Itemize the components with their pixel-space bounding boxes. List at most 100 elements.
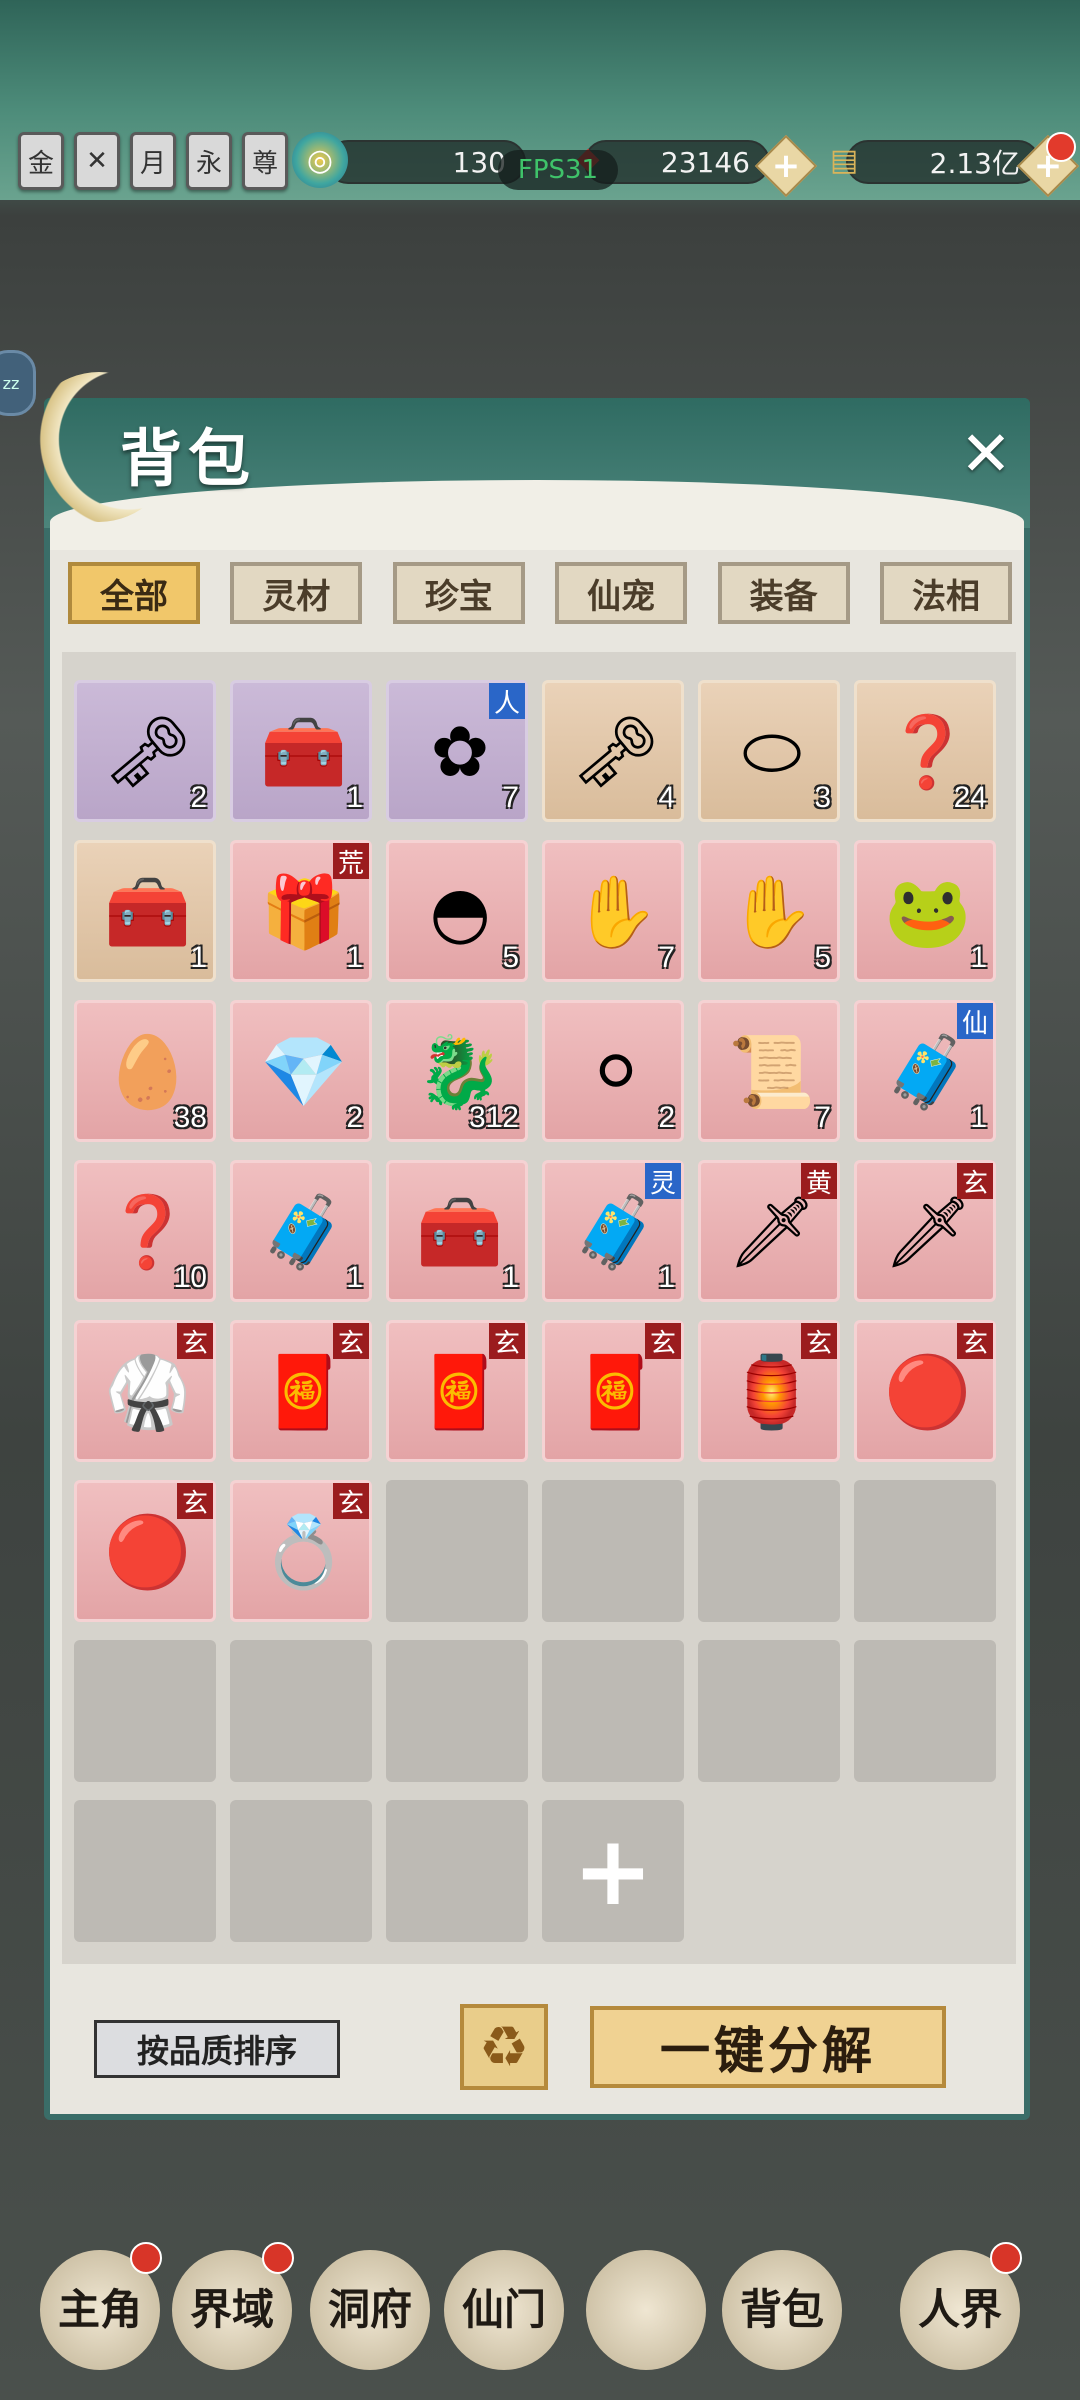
grade-tag: 玄 <box>957 1323 993 1359</box>
inventory-slot[interactable]: 🗡 黄 <box>698 1160 840 1302</box>
inventory-slot[interactable]: 🥋 玄 <box>74 1320 216 1462</box>
inventory-slot[interactable]: ◓ 5 <box>386 840 528 982</box>
item-count: 1 <box>658 1261 675 1294</box>
inventory-slot[interactable]: 🐸 1 <box>854 840 996 982</box>
tab-all[interactable]: 全部 <box>68 562 200 624</box>
expand-slot-button[interactable]: + <box>542 1800 684 1942</box>
orange-talisman-icon: ✋ <box>572 870 660 953</box>
item-count: 7 <box>502 781 519 814</box>
inventory-slot[interactable]: ⚪ 2 <box>542 1000 684 1142</box>
grade-tag: 黄 <box>801 1163 837 1199</box>
grade-tag: 玄 <box>177 1323 213 1359</box>
nav-item[interactable]: 仙门 <box>444 2250 564 2370</box>
notification-dot <box>990 2242 1022 2274</box>
inventory-slot[interactable]: ✿ 7 人 <box>386 680 528 822</box>
stone-tablet-icon: ⬭ <box>742 710 802 793</box>
inventory-slot[interactable]: 🧧 玄 <box>230 1320 372 1462</box>
badge-jin[interactable]: 金 <box>18 132 64 190</box>
item-count: 1 <box>190 941 207 974</box>
nav-item[interactable]: 背包 <box>722 2250 842 2370</box>
inventory-slot[interactable]: ⬭ 3 <box>698 680 840 822</box>
tab-treasures[interactable]: 珍宝 <box>392 562 525 624</box>
inventory-slot[interactable]: 🗝 2 <box>74 680 216 822</box>
inventory-slot[interactable]: 📜 7 <box>698 1000 840 1142</box>
inventory-slot[interactable]: 🧧 玄 <box>542 1320 684 1462</box>
inventory-slot[interactable]: 🏮 玄 <box>698 1320 840 1462</box>
inventory-slot[interactable]: ✋ 5 <box>698 840 840 982</box>
plus-icon: + <box>572 1815 654 1927</box>
badge-yue[interactable]: 月 <box>130 132 176 190</box>
inventory-slot[interactable]: 🧳 1 <box>230 1160 372 1302</box>
inventory-slot[interactable]: ❓ 24 <box>854 680 996 822</box>
close-button[interactable]: ✕ <box>956 423 1016 485</box>
tab-dharma[interactable]: 法相 <box>879 562 1012 624</box>
bottom-nav: 主角 界域 洞府 仙门 背包 人界 <box>0 2230 1080 2400</box>
empty-slot <box>74 1800 216 1942</box>
inventory-slot[interactable]: 🧰 1 <box>74 840 216 982</box>
inventory-slot[interactable]: 🔴 玄 <box>854 1320 996 1462</box>
item-count: 1 <box>346 781 363 814</box>
fps-counter: FPS31 <box>498 150 618 190</box>
blue-box-icon: 🧰 <box>416 1190 504 1273</box>
tab-materials[interactable]: 灵材 <box>230 562 363 624</box>
tab-pets[interactable]: 仙宠 <box>555 562 688 624</box>
tab-equipment[interactable]: 装备 <box>717 562 850 624</box>
blue-talisman-icon: ✋ <box>728 870 816 953</box>
inventory-slot[interactable]: ❓ 10 <box>74 1160 216 1302</box>
nav-label: 主角 <box>57 2285 142 2334</box>
inventory-slot[interactable]: 🔴 玄 <box>74 1480 216 1622</box>
inventory-slot[interactable]: 🧰 1 <box>230 680 372 822</box>
nav-item[interactable]: 洞府 <box>310 2250 430 2370</box>
inventory-area: 🗝 2 🧰 1 ✿ 7 人 🗝 4 ⬭ 3 ❓ 24 🧰 1 🎁 1 荒 ◓ 5 ✋ 7 ✋ 5 🐸 1 🥚 38 💎 2 🐉 312 ⚪ 2 📜 7… <box>62 652 1016 1964</box>
inventory-slot[interactable]: 🗡 玄 <box>854 1160 996 1302</box>
empty-slot <box>542 1480 684 1622</box>
item-count: 4 <box>658 781 675 814</box>
empty-slot <box>854 1640 996 1782</box>
inventory-slot[interactable]: 💍 玄 <box>230 1480 372 1622</box>
inventory-slot[interactable]: 🗝 4 <box>542 680 684 822</box>
grade-tag: 玄 <box>177 1483 213 1519</box>
item-count: 3 <box>814 781 831 814</box>
inventory-slot[interactable]: 🧧 玄 <box>386 1320 528 1462</box>
item-count: 24 <box>953 781 987 814</box>
item-count: 38 <box>173 1101 207 1134</box>
empty-slot <box>542 1640 684 1782</box>
badge-yong[interactable]: 永 <box>186 132 232 190</box>
nav-item[interactable] <box>586 2250 706 2370</box>
notification-dot <box>1046 132 1076 162</box>
inventory-slot[interactable]: 🧳 1 仙 <box>854 1000 996 1142</box>
item-count: 2 <box>190 781 207 814</box>
item-count: 1 <box>346 1261 363 1294</box>
blue-box-icon: 🧰 <box>104 870 192 953</box>
item-count: 2 <box>658 1101 675 1134</box>
empty-slot <box>386 1480 528 1622</box>
grade-tag: 荒 <box>333 843 369 879</box>
blue-box-icon: 🧰 <box>260 710 348 793</box>
item-count: 1 <box>346 941 363 974</box>
empty-slot <box>386 1640 528 1782</box>
item-count: 5 <box>502 941 519 974</box>
inventory-slot[interactable]: ✋ 7 <box>542 840 684 982</box>
grade-tag: 玄 <box>957 1163 993 1199</box>
side-tab[interactable]: zz <box>0 350 36 416</box>
recycle-button[interactable]: ♻ <box>460 2004 548 2090</box>
empty-slot <box>230 1640 372 1782</box>
badge-zun[interactable]: 尊 <box>242 132 288 190</box>
nav-label: 人界 <box>917 2285 1002 2334</box>
item-count: 10 <box>173 1261 207 1294</box>
one-click-decompose-button[interactable]: 一键分解 <box>590 2006 946 2088</box>
inventory-slot[interactable]: 🧳 1 灵 <box>542 1160 684 1302</box>
badge-crossed[interactable]: ✕ <box>74 132 120 190</box>
resource-scroll: 2.13亿 <box>846 140 1040 184</box>
inventory-slot[interactable]: 🎁 1 荒 <box>230 840 372 982</box>
inventory-slot[interactable]: 🐉 312 <box>386 1000 528 1142</box>
inventory-slot[interactable]: 🧰 1 <box>386 1160 528 1302</box>
nav-label: 仙门 <box>461 2285 546 2334</box>
inventory-slot[interactable]: 🥚 38 <box>74 1000 216 1142</box>
jade-swirl-icon: ◎ <box>292 132 348 188</box>
item-count: 2 <box>346 1101 363 1134</box>
item-count: 1 <box>502 1261 519 1294</box>
grade-tag: 玄 <box>333 1323 369 1359</box>
inventory-slot[interactable]: 💎 2 <box>230 1000 372 1142</box>
sort-by-quality-button[interactable]: 按品质排序 <box>94 2020 340 2078</box>
